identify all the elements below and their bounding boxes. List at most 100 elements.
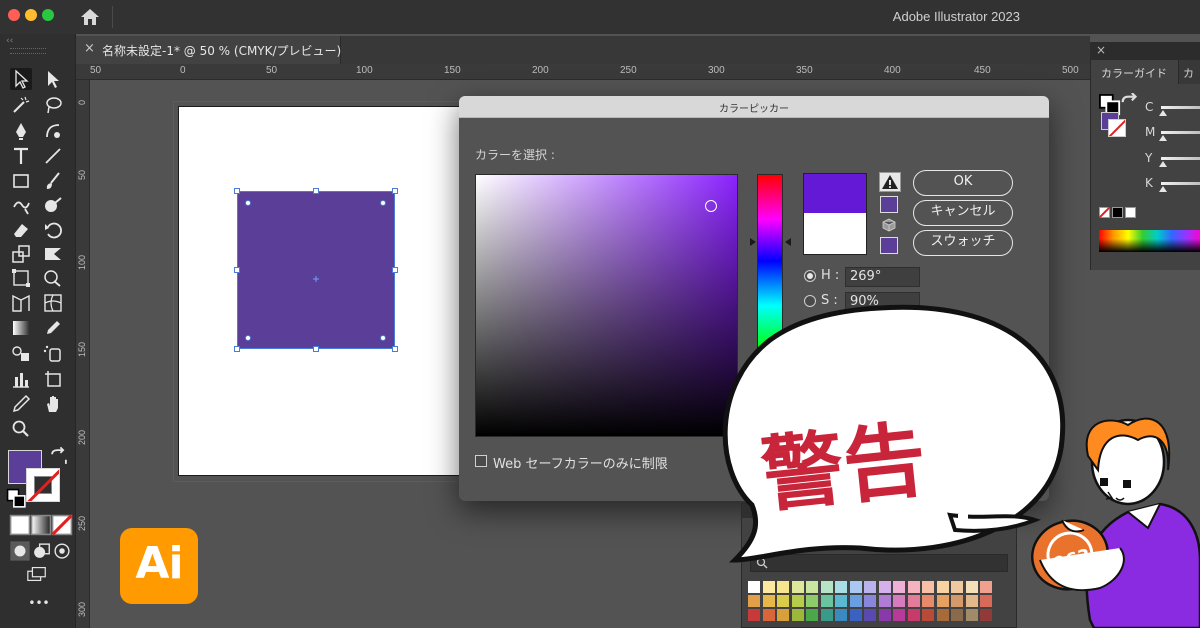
swatch[interactable] — [864, 581, 876, 593]
swatch[interactable] — [777, 595, 789, 607]
swatch[interactable] — [748, 581, 760, 593]
black-swatch[interactable] — [1112, 207, 1123, 218]
swatch[interactable] — [762, 595, 775, 607]
home-icon[interactable] — [80, 7, 100, 27]
rectangle-tool-icon[interactable] — [10, 170, 32, 192]
close-window-button[interactable] — [8, 9, 20, 21]
draw-normal-icon[interactable] — [9, 540, 30, 561]
pen-tool-icon[interactable] — [10, 120, 32, 142]
hue-slider-right-arrow-icon[interactable] — [785, 238, 791, 246]
bounding-box-handle[interactable] — [234, 346, 240, 352]
web-safe-checkbox[interactable] — [475, 455, 487, 467]
color-spectrum-bar[interactable] — [1099, 230, 1200, 252]
web-safe-swatch[interactable] — [880, 237, 898, 254]
swatch[interactable] — [791, 595, 804, 607]
panel-grip[interactable] — [10, 48, 46, 54]
saturation-input[interactable]: 90% — [845, 292, 920, 312]
swap-colors-icon[interactable] — [1119, 92, 1138, 105]
swatch[interactable] — [936, 609, 949, 621]
blob-brush-tool-icon[interactable] — [42, 195, 64, 217]
swatch[interactable] — [835, 595, 847, 607]
mesh-tool-icon[interactable] — [42, 292, 64, 314]
swatch[interactable] — [849, 609, 862, 621]
swatch[interactable] — [907, 609, 920, 621]
cancel-button[interactable]: キャンセル — [913, 200, 1013, 226]
screen-mode-icon[interactable] — [26, 563, 50, 582]
brightness-radio[interactable] — [804, 320, 816, 332]
swatch[interactable] — [951, 581, 963, 593]
swatch[interactable] — [820, 581, 833, 593]
bounding-box-handle[interactable] — [313, 346, 319, 352]
magenta-slider-knob[interactable] — [1159, 135, 1167, 141]
minimize-window-button[interactable] — [25, 9, 37, 21]
scale-tool-icon[interactable] — [10, 243, 32, 265]
swatch[interactable] — [878, 595, 891, 607]
swatch[interactable] — [864, 595, 876, 607]
swatch[interactable] — [777, 609, 789, 621]
swatch[interactable] — [965, 581, 978, 593]
zoom-tool-icon[interactable] — [10, 418, 32, 440]
tab-color-guide[interactable]: カラーガイド — [1091, 60, 1179, 84]
panel-stroke-swatch[interactable] — [1108, 119, 1126, 137]
swatch[interactable] — [907, 581, 920, 593]
color-field-marker[interactable] — [705, 200, 717, 212]
vertical-ruler[interactable]: 0 50 100 150 200 250 300 — [76, 80, 90, 628]
swatch[interactable] — [922, 595, 934, 607]
swatch[interactable] — [849, 595, 862, 607]
swatch[interactable] — [878, 609, 891, 621]
black-slider[interactable] — [1161, 182, 1200, 185]
gamut-correction-swatch[interactable] — [880, 196, 898, 213]
default-colors-icon[interactable] — [1099, 94, 1121, 116]
swatch[interactable] — [922, 581, 934, 593]
line-tool-icon[interactable] — [42, 145, 64, 167]
swatch[interactable] — [893, 609, 905, 621]
swatches-button[interactable]: スウォッチ — [913, 230, 1013, 256]
swatch[interactable] — [748, 609, 760, 621]
bounding-box-handle[interactable] — [392, 267, 398, 273]
swatch[interactable] — [878, 581, 891, 593]
yellow-slider[interactable] — [1161, 157, 1200, 160]
swatch[interactable] — [820, 595, 833, 607]
color-field[interactable] — [475, 174, 738, 437]
swatch[interactable] — [893, 581, 905, 593]
swatch[interactable] — [849, 581, 862, 593]
swatch[interactable] — [965, 609, 978, 621]
blend-tool-icon[interactable] — [10, 342, 32, 364]
ok-button[interactable]: OK — [913, 170, 1013, 196]
original-color-preview[interactable] — [803, 213, 867, 255]
swatch[interactable] — [951, 595, 963, 607]
hue-input[interactable]: 269° — [845, 267, 920, 287]
bounding-box-handle[interactable] — [234, 188, 240, 194]
swatch[interactable] — [748, 595, 760, 607]
zoom-window-button[interactable] — [42, 9, 54, 21]
column-graph-tool-icon[interactable] — [10, 368, 32, 390]
close-panel-icon[interactable]: × — [1096, 43, 1106, 57]
swatch[interactable] — [835, 581, 847, 593]
bounding-box-handle[interactable] — [313, 188, 319, 194]
hue-slider[interactable] — [757, 174, 783, 437]
live-corner-widget[interactable] — [245, 335, 251, 341]
black-slider-knob[interactable] — [1159, 186, 1167, 192]
artboard-tool-icon[interactable] — [42, 368, 64, 390]
swap-fill-stroke-icon[interactable] — [48, 446, 67, 464]
dialog-title-bar[interactable]: カラーピッカー — [459, 96, 1049, 118]
draw-behind-icon[interactable] — [30, 540, 50, 558]
swatch[interactable] — [936, 581, 949, 593]
shaper-tool-icon[interactable] — [10, 195, 32, 217]
close-tab-icon[interactable]: × — [84, 41, 95, 56]
swatch[interactable] — [951, 609, 963, 621]
black-input[interactable] — [971, 422, 1031, 442]
swatch[interactable] — [936, 595, 949, 607]
cyan-input[interactable]: ?% — [971, 344, 1031, 364]
tab-color[interactable]: カ — [1179, 60, 1200, 84]
shape-builder-tool-icon[interactable] — [42, 267, 64, 289]
type-tool-icon[interactable] — [10, 145, 32, 167]
swatch[interactable] — [806, 609, 818, 621]
web-safe-cube-icon[interactable] — [882, 217, 896, 232]
hue-slider-left-arrow-icon[interactable] — [750, 238, 756, 246]
horizontal-ruler[interactable]: 50 0 50 100 150 200 250 300 350 400 450 … — [76, 64, 1090, 80]
paintbrush-tool-icon[interactable] — [42, 170, 64, 192]
gradient-tool-icon[interactable] — [10, 317, 32, 339]
swatch[interactable] — [806, 595, 818, 607]
magic-wand-tool-icon[interactable] — [10, 94, 32, 116]
